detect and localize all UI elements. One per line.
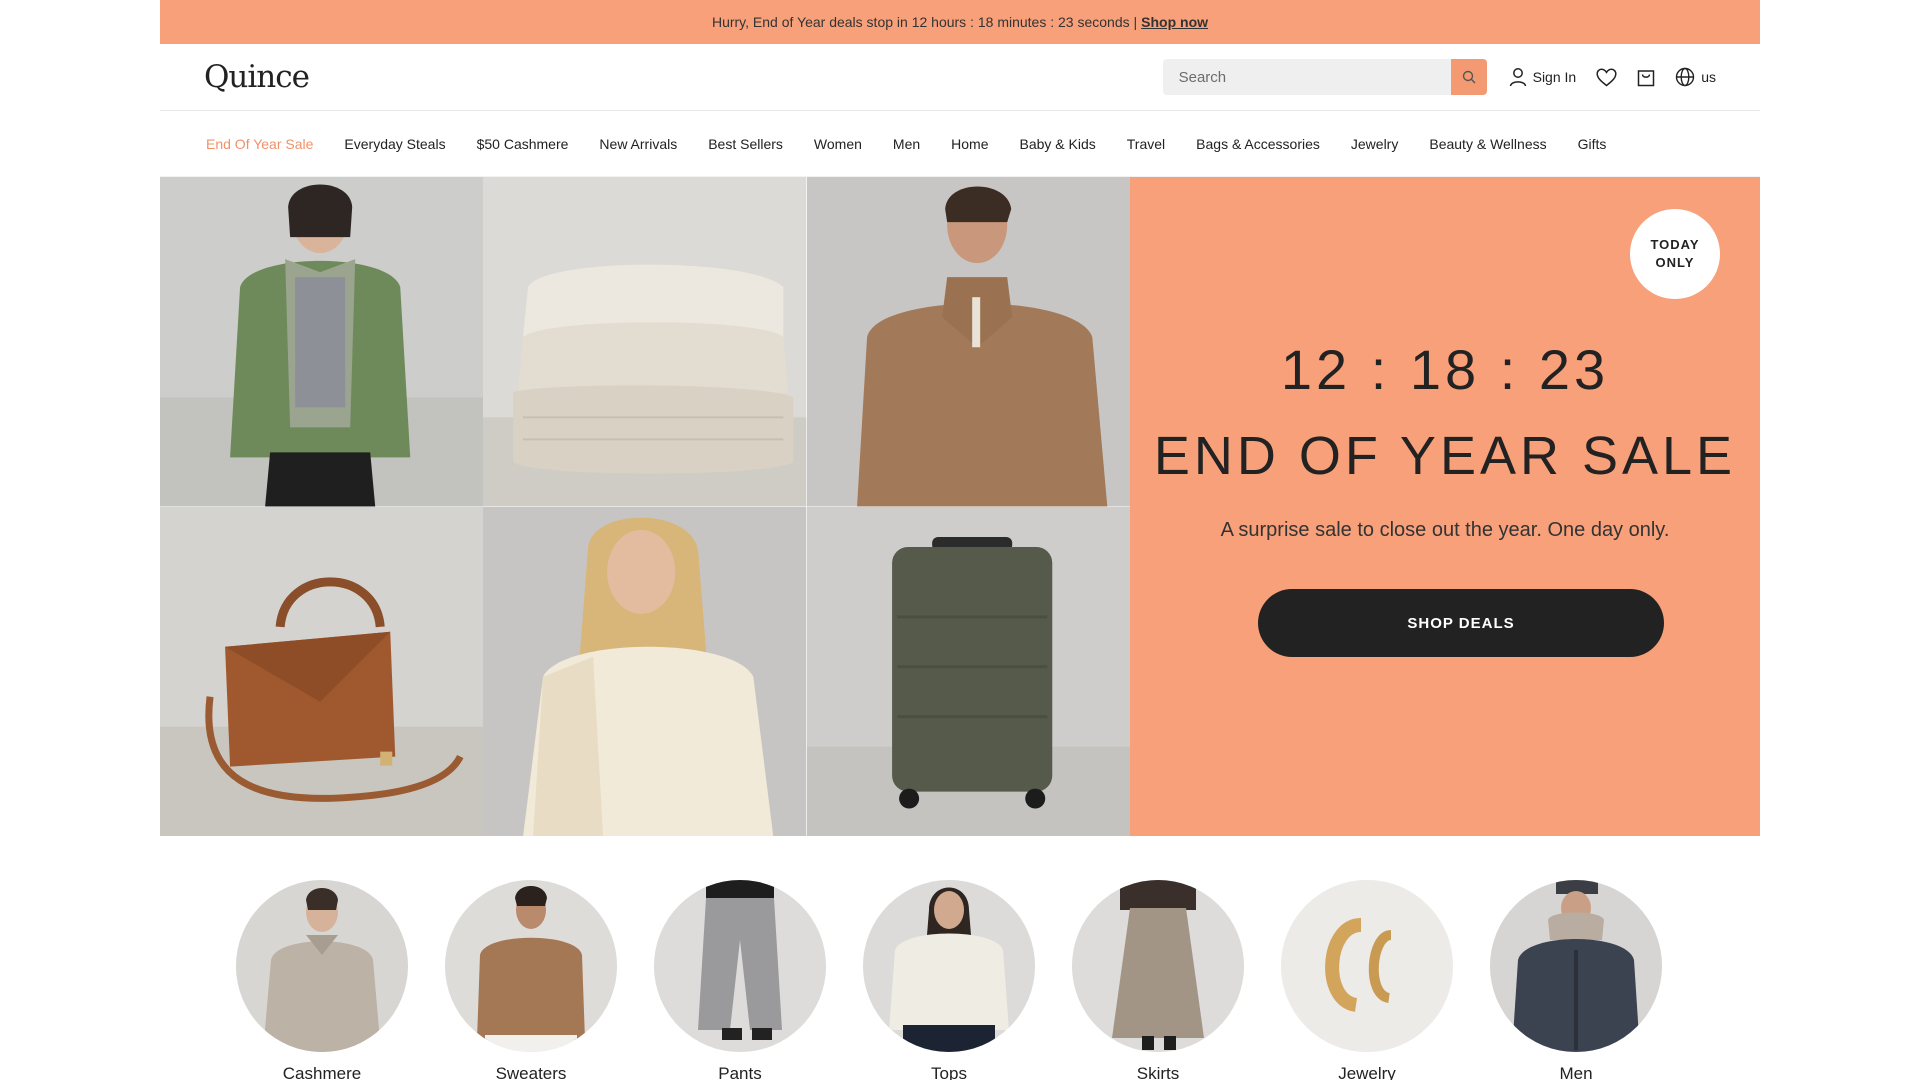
sign-in-label: Sign In — [1532, 69, 1577, 85]
today-only-badge: TODAY ONLY — [1630, 209, 1720, 299]
heart-icon — [1596, 68, 1617, 86]
category-image-men — [1490, 880, 1662, 1052]
category-cashmere[interactable]: Cashmere — [236, 880, 408, 1080]
category-label: Men — [1559, 1064, 1593, 1080]
nav-item-beauty-wellness[interactable]: Beauty & Wellness — [1429, 136, 1546, 152]
category-image-tops — [863, 880, 1035, 1052]
nav-item-bags-accessories[interactable]: Bags & Accessories — [1196, 136, 1320, 152]
region-label: us — [1701, 69, 1716, 85]
shopping-bag-icon — [1637, 70, 1655, 87]
nav-item-travel[interactable]: Travel — [1127, 136, 1165, 152]
hero-image-suitcase — [806, 506, 1130, 836]
hero-image-mens-sweater — [806, 177, 1130, 507]
countdown-timer: 12 : 18 : 23 — [1280, 338, 1610, 401]
category-jewelry[interactable]: Jewelry — [1281, 880, 1453, 1080]
category-image-sweaters — [445, 880, 617, 1052]
category-label: Cashmere — [282, 1064, 362, 1080]
category-label: Sweaters — [495, 1064, 567, 1080]
badge-line-1: TODAY — [1650, 237, 1700, 252]
hero-image-cream-sweater — [483, 506, 807, 836]
nav-item-gifts[interactable]: Gifts — [1578, 136, 1607, 152]
sale-headline: END OF YEAR SALE — [1153, 426, 1737, 486]
search-icon — [1462, 70, 1476, 84]
hero-image-puffer-jacket — [160, 177, 484, 507]
category-image-skirts — [1072, 880, 1244, 1052]
category-sweaters[interactable]: Sweaters — [445, 880, 617, 1080]
category-tops[interactable]: Tops — [863, 880, 1035, 1080]
nav-item-50-cashmere[interactable]: $50 Cashmere — [477, 136, 569, 152]
hero-image-grid[interactable] — [160, 177, 1130, 836]
category-skirts[interactable]: Skirts — [1072, 880, 1244, 1080]
shop-deals-button[interactable]: SHOP DEALS — [1258, 589, 1664, 657]
nav-item-baby-kids[interactable]: Baby & Kids — [1020, 136, 1096, 152]
nav-item-best-sellers[interactable]: Best Sellers — [708, 136, 783, 152]
sign-in-button[interactable]: Sign In — [1509, 67, 1577, 87]
badge-line-2: ONLY — [1655, 255, 1695, 270]
category-label: Pants — [718, 1064, 762, 1080]
page: Hurry, End of Year deals stop in 12 hour… — [160, 0, 1760, 1080]
site-header: Quince Sign In us — [160, 44, 1760, 111]
category-label: Skirts — [1136, 1064, 1180, 1080]
main-nav: End Of Year Sale Everyday Steals $50 Cas… — [160, 111, 1760, 177]
region-selector[interactable]: us — [1675, 67, 1716, 87]
hero-image-pillows — [483, 177, 807, 507]
search-bar — [1162, 59, 1487, 95]
user-icon — [1509, 68, 1526, 87]
announcement-text: Hurry, End of Year deals stop in 12 hour… — [711, 14, 1138, 30]
category-carousel: Cashmere Sweaters Pants Tops Skirts Jewe… — [160, 836, 1760, 1080]
logo[interactable]: Quince — [204, 59, 310, 95]
category-men[interactable]: Men — [1490, 880, 1662, 1080]
shop-now-link[interactable]: Shop now — [1141, 14, 1208, 30]
globe-icon — [1676, 67, 1695, 87]
nav-item-end-of-year-sale[interactable]: End Of Year Sale — [206, 136, 313, 152]
hero-banner: TODAY ONLY 12 : 18 : 23 END OF YEAR SALE… — [160, 177, 1760, 836]
hero-image-leather-bag — [160, 506, 484, 836]
nav-item-home[interactable]: Home — [951, 136, 988, 152]
nav-item-jewelry[interactable]: Jewelry — [1351, 136, 1398, 152]
category-pants[interactable]: Pants — [654, 880, 826, 1080]
nav-item-men[interactable]: Men — [893, 136, 920, 152]
search-input[interactable] — [1162, 59, 1451, 95]
header-actions: Sign In us — [1162, 59, 1716, 95]
sale-promo-panel: TODAY ONLY 12 : 18 : 23 END OF YEAR SALE… — [1130, 177, 1760, 836]
category-image-cashmere — [236, 880, 408, 1052]
search-button[interactable] — [1450, 59, 1487, 95]
announcement-bar: Hurry, End of Year deals stop in 12 hour… — [160, 0, 1760, 44]
nav-item-everyday-steals[interactable]: Everyday Steals — [344, 136, 445, 152]
category-image-pants — [654, 880, 826, 1052]
category-image-jewelry — [1281, 880, 1453, 1052]
nav-item-women[interactable]: Women — [814, 136, 862, 152]
category-label: Tops — [931, 1064, 967, 1080]
category-label: Jewelry — [1338, 1064, 1396, 1080]
cart-button[interactable] — [1637, 67, 1655, 87]
wishlist-button[interactable] — [1596, 68, 1617, 87]
nav-item-new-arrivals[interactable]: New Arrivals — [599, 136, 677, 152]
sale-subline: A surprise sale to close out the year. O… — [1220, 519, 1670, 541]
